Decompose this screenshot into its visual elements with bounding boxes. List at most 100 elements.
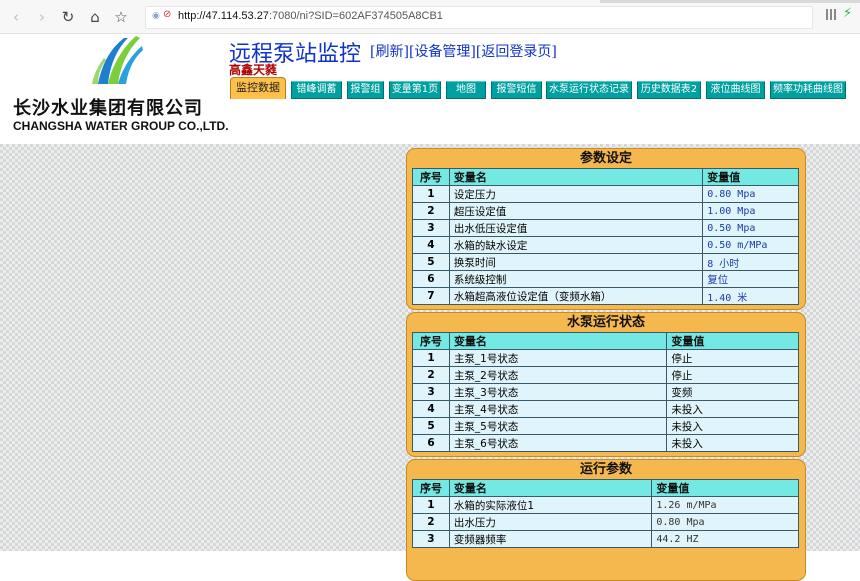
run-params-table: 序号 变量名 变量值 1 水箱的实际液位1 1.26 m/MPa 2 出水压力 … [412,479,799,548]
table-row: 6 主泵_6号状态 未投入 [412,434,799,452]
row-variable-name: 换泵时间 [448,253,704,271]
back-arrow-icon[interactable]: ‹ [6,7,26,27]
row-variable-value: 未投入 [666,417,799,435]
table-row: 1 设定压力 0.80 Mpa [412,185,799,203]
row-variable-value: 停止 [666,349,799,367]
station-name: 高鑫天蕤 [229,63,278,77]
row-index: 2 [412,202,450,220]
table-row: 2 主泵_2号状态 停止 [412,366,799,384]
row-variable-name: 系统级控制 [448,270,704,288]
row-variable-name: 出水压力 [448,513,653,531]
row-index: 6 [412,270,450,288]
lightning-icon[interactable]: ⚡ [843,6,852,21]
tab-alarm-group[interactable]: 报警组 [347,81,384,99]
table-row: 6 系统级控制 复位 [412,270,799,288]
reload-icon[interactable]: ↻ [58,7,78,27]
tab-freq-power-chart[interactable]: 频率功耗曲线图 [770,81,846,99]
table-row: 3 主泵_3号状态 变频 [412,383,799,401]
table-row: 3 变频器频率 44.2 HZ [412,530,799,548]
row-variable-value: 1.26 m/MPa [651,496,799,514]
row-variable-name: 主泵_3号状态 [448,383,668,401]
company-name-cn: 长沙水业集团有限公司 [13,98,203,119]
col-header-name: 变量名 [448,479,653,497]
row-variable-value[interactable]: 8 小时 [702,253,799,271]
col-header-index: 序号 [412,168,450,186]
col-header-index: 序号 [412,479,450,497]
table-row: 4 主泵_4号状态 未投入 [412,400,799,418]
row-variable-name: 主泵_4号状态 [448,400,668,418]
table-row: 5 主泵_5号状态 未投入 [412,417,799,435]
browser-toolbar: ‹ › ↻ ⌂ ☆ ◉ ⊘ http://47.114.53.27:7080/n… [0,0,860,34]
row-index: 1 [412,496,450,514]
device-manage-link[interactable]: [设备管理] [409,44,476,60]
row-variable-value[interactable]: 1.00 Mpa [702,202,799,220]
pump-status-table: 序号 变量名 变量值 1 主泵_1号状态 停止 2 主泵_2号状态 停止 3 主… [412,332,799,452]
url-text: http://47.114.53.27:7080/ni?SID=602AF374… [178,10,443,22]
security-icon: ◉ [152,11,160,21]
row-variable-name: 出水低压设定值 [448,219,704,237]
table-row: 1 水箱的实际液位1 1.26 m/MPa [412,496,799,514]
row-variable-name: 水箱超高液位设定值（变频水箱） [448,287,704,305]
row-variable-name: 主泵_2号状态 [448,366,668,384]
forward-arrow-icon[interactable]: › [32,7,52,27]
pump-status-panel: 水泵运行状态 序号 变量名 变量值 1 主泵_1号状态 停止 2 主泵_2号状态… [406,312,806,457]
tab-alarm-sms[interactable]: 报警短信 [491,81,542,99]
row-variable-name: 主泵_5号状态 [448,417,668,435]
table-row: 2 出水压力 0.80 Mpa [412,513,799,531]
tab-level-chart[interactable]: 液位曲线图 [706,81,765,99]
row-variable-value[interactable]: 复位 [702,270,799,288]
tab-variables-page1[interactable]: 变量第1页 [389,81,441,99]
table-row: 2 超压设定值 1.00 Mpa [412,202,799,220]
table-header-row: 序号 变量名 变量值 [412,479,799,497]
param-settings-table: 序号 变量名 变量值 1 设定压力 0.80 Mpa 2 超压设定值 1.00 … [412,168,799,305]
insecure-icon: ⊘ [163,9,172,20]
header-links: [刷新][设备管理][返回登录页] [370,41,557,61]
row-index: 7 [412,287,450,305]
grid-icon[interactable] [826,9,837,20]
address-bar[interactable]: ◉ ⊘ http://47.114.53.27:7080/ni?SID=602A… [145,6,813,29]
company-logo-icon [92,36,143,84]
refresh-link[interactable]: [刷新] [370,44,409,60]
row-variable-value[interactable]: 0.50 m/MPa [702,236,799,254]
col-header-value: 变量值 [702,168,799,186]
panel-title: 参数设定 [579,151,632,166]
row-variable-value[interactable]: 0.50 Mpa [702,219,799,237]
row-variable-name: 主泵_1号状态 [448,349,668,367]
row-variable-value[interactable]: 1.40 米 [702,287,799,305]
row-variable-value: 变频 [666,383,799,401]
table-row: 5 换泵时间 8 小时 [412,253,799,271]
param-settings-panel: 参数设定 序号 变量名 变量值 1 设定压力 0.80 Mpa 2 超压设定值 … [406,148,806,310]
row-variable-name: 设定压力 [448,185,704,203]
row-index: 2 [412,513,450,531]
tab-monitor-data[interactable]: 监控数据 [230,77,286,99]
col-header-value: 变量值 [651,479,799,497]
row-variable-value[interactable]: 0.80 Mpa [702,185,799,203]
row-index: 2 [412,366,450,384]
row-variable-name: 水箱的实际液位1 [448,496,653,514]
run-params-panel: 运行参数 序号 变量名 变量值 1 水箱的实际液位1 1.26 m/MPa 2 … [406,459,806,581]
tab-map[interactable]: 地图 [446,81,486,99]
star-icon[interactable]: ☆ [111,7,131,27]
row-index: 1 [412,349,450,367]
col-header-value: 变量值 [666,332,799,350]
col-header-name: 变量名 [448,168,704,186]
row-index: 3 [412,530,450,548]
home-icon[interactable]: ⌂ [85,7,105,27]
panel-title: 水泵运行状态 [566,315,645,330]
page-header: 长沙水业集团有限公司 CHANGSHA WATER GROUP CO.,LTD.… [0,34,860,144]
row-variable-name: 主泵_6号状态 [448,434,668,452]
row-index: 4 [412,236,450,254]
table-row: 3 出水低压设定值 0.50 Mpa [412,219,799,237]
row-variable-value: 停止 [666,366,799,384]
tab-history-table2[interactable]: 历史数据表2 [637,81,701,99]
table-header-row: 序号 变量名 变量值 [412,168,799,186]
row-variable-value: 44.2 HZ [651,530,799,548]
table-row: 4 水箱的缺水设定 0.50 m/MPa [412,236,799,254]
tab-peak-shift[interactable]: 错峰调蓄 [291,81,342,99]
table-row: 7 水箱超高液位设定值（变频水箱） 1.40 米 [412,287,799,305]
row-index: 3 [412,219,450,237]
tab-pump-status-log[interactable]: 水泵运行状态记录 [546,81,632,99]
row-variable-name: 变频器频率 [448,530,653,548]
row-variable-value: 未投入 [666,434,799,452]
back-to-login-link[interactable]: [返回登录页] [476,44,557,60]
